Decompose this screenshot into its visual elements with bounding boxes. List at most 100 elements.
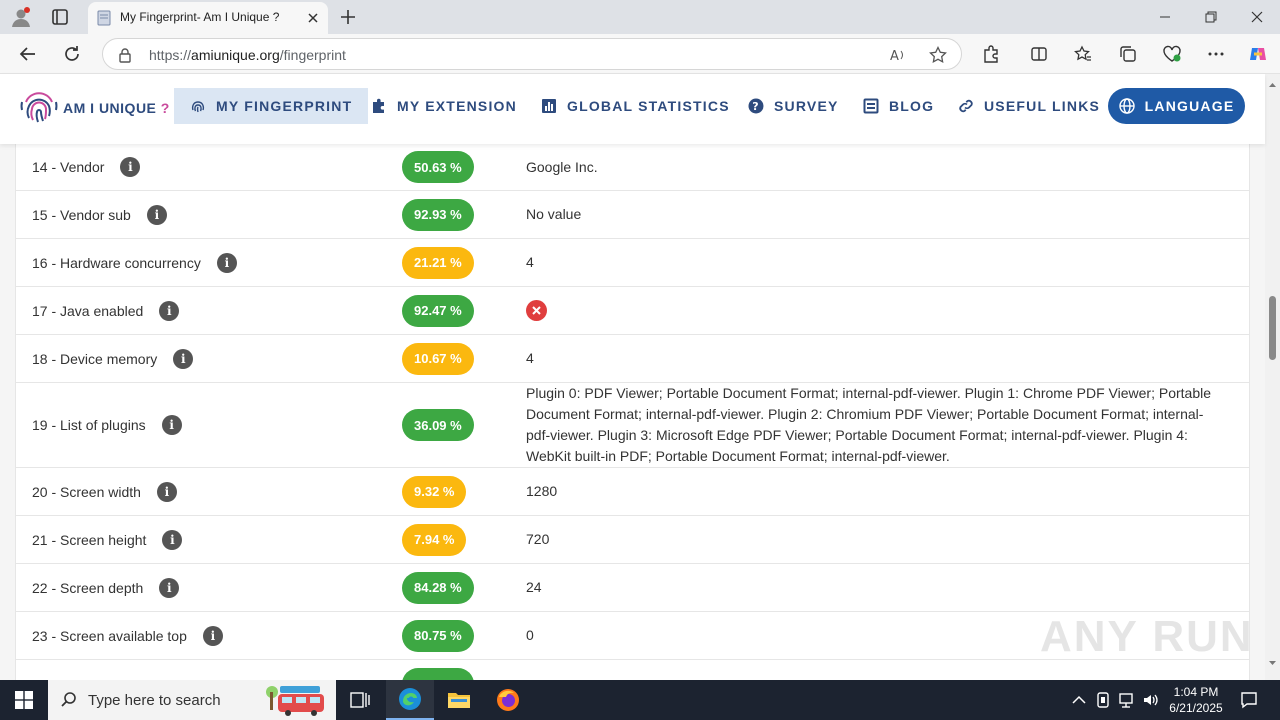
nav-blog[interactable]: BLOG: [863, 88, 934, 124]
more-options-button[interactable]: [1204, 42, 1228, 66]
info-icon[interactable]: i: [162, 529, 183, 550]
table-row: 15 - Vendor sub i 92.93 % No value: [16, 191, 1249, 239]
info-icon[interactable]: i: [216, 252, 237, 273]
firefox-icon: [497, 689, 519, 711]
scroll-down-icon[interactable]: [1265, 658, 1280, 668]
false-icon: [526, 300, 547, 321]
similarity-badge: 9.32 %: [402, 475, 467, 508]
nav-useful-links[interactable]: USEFUL LINKS: [958, 88, 1100, 124]
split-screen-icon: [1031, 47, 1047, 61]
start-button[interactable]: [0, 680, 48, 720]
favorite-star-icon[interactable]: [929, 46, 947, 64]
notification-icon[interactable]: [1240, 691, 1258, 709]
clock-time: 1:04 PM: [1173, 685, 1219, 699]
info-icon[interactable]: i: [159, 577, 180, 598]
language-button[interactable]: LANGUAGE: [1108, 88, 1245, 124]
site-header: AM I UNIQUE ? MY FINGERPRINT MY EXTENSIO…: [0, 74, 1265, 144]
taskbar-clock[interactable]: 1:04 PM 6/21/2025: [1164, 684, 1228, 716]
attribute-name: 20 - Screen width i: [32, 481, 177, 502]
scroll-up-icon[interactable]: [1265, 80, 1280, 90]
windows-taskbar: Type here to search 1:04 PM 6/21/2025: [0, 680, 1280, 720]
device-icon[interactable]: [1094, 691, 1112, 709]
similarity-badge: 36.09 %: [402, 409, 474, 441]
site-logo-text[interactable]: AM I UNIQUE ?: [63, 100, 170, 116]
new-tab-icon[interactable]: [338, 7, 358, 27]
lock-icon[interactable]: [117, 47, 133, 63]
extensions-button[interactable]: [979, 42, 1003, 66]
table-row: 22 - Screen depth i 84.28 % 24: [16, 564, 1249, 612]
table-row: 18 - Device memory i 10.67 % 4: [16, 335, 1249, 383]
task-view-button[interactable]: [336, 680, 384, 720]
chevron-up-icon[interactable]: [1070, 691, 1088, 709]
logo-text: AM I UNIQUE: [63, 100, 157, 116]
info-icon[interactable]: i: [146, 204, 167, 225]
taskbar-file-explorer[interactable]: [435, 680, 483, 720]
blog-icon: [863, 98, 879, 114]
attribute-value: [526, 300, 1225, 321]
table-row-partial: [16, 660, 1249, 680]
browser-tab-active[interactable]: My Fingerprint- Am I Unique ?: [88, 2, 328, 34]
back-button[interactable]: [16, 42, 40, 66]
favorites-button[interactable]: [1071, 42, 1095, 66]
info-icon[interactable]: i: [159, 300, 180, 321]
split-screen-button[interactable]: [1027, 42, 1051, 66]
address-bar[interactable]: https://amiunique.org/fingerprint A: [102, 38, 962, 70]
fingerprint-logo-icon[interactable]: [20, 88, 58, 128]
refresh-button[interactable]: [60, 42, 84, 66]
edge-icon: [399, 688, 421, 710]
attribute-label: 20 - Screen width: [32, 483, 141, 500]
copilot-icon: [1250, 48, 1266, 60]
table-row: 20 - Screen width i 9.32 % 1280: [16, 468, 1249, 516]
taskbar-search-box[interactable]: Type here to search: [48, 680, 336, 720]
info-icon[interactable]: i: [173, 348, 194, 369]
similarity-badge: 10.67 %: [402, 342, 474, 375]
info-icon[interactable]: i: [202, 625, 223, 646]
nav-label: BLOG: [889, 98, 935, 114]
taskbar-edge[interactable]: [386, 680, 434, 720]
site-favicon-icon: [97, 10, 111, 26]
language-label: LANGUAGE: [1144, 98, 1235, 114]
close-window-button[interactable]: [1234, 0, 1280, 34]
nav-my-extension[interactable]: MY EXTENSION: [371, 88, 517, 124]
page-scrollbar[interactable]: [1265, 74, 1280, 680]
browser-toolbar: https://amiunique.org/fingerprint A: [0, 34, 1280, 74]
tab-title: My Fingerprint- Am I Unique ?: [120, 10, 280, 24]
network-icon[interactable]: [1118, 691, 1136, 709]
scrollbar-thumb[interactable]: [1269, 296, 1276, 360]
attribute-value: 4: [526, 350, 534, 366]
arrow-left-icon: [19, 47, 35, 61]
attribute-name: 23 - Screen available top i: [32, 625, 223, 646]
attribute-value: No value: [526, 206, 582, 222]
tab-actions-icon[interactable]: [50, 7, 70, 27]
browser-essentials-button[interactable]: [1160, 42, 1184, 66]
copilot-button[interactable]: [1246, 42, 1270, 66]
question-icon: ?: [748, 98, 764, 114]
attribute-value: 24: [526, 579, 542, 595]
collections-button[interactable]: [1116, 42, 1140, 66]
attribute-label: 16 - Hardware concurrency: [32, 254, 201, 271]
refresh-icon: [65, 46, 79, 61]
fingerprint-icon: [191, 101, 205, 113]
close-tab-icon[interactable]: [306, 11, 320, 25]
taskbar-firefox[interactable]: [484, 680, 532, 720]
attribute-label: 15 - Vendor sub: [32, 206, 131, 223]
url-domain: amiunique.org: [191, 47, 280, 63]
url-prefix: https://: [149, 47, 192, 63]
info-icon[interactable]: i: [161, 415, 182, 435]
info-icon[interactable]: i: [156, 481, 177, 502]
attribute-label: 22 - Screen depth: [32, 579, 144, 596]
nav-global-statistics[interactable]: GLOBAL STATISTICS: [541, 88, 730, 124]
read-aloud-icon[interactable]: A: [889, 46, 907, 64]
url-text[interactable]: https://amiunique.org/fingerprint: [149, 47, 346, 63]
nav-label: MY EXTENSION: [397, 98, 517, 114]
volume-icon[interactable]: [1142, 691, 1160, 709]
nav-survey[interactable]: ? SURVEY: [748, 88, 839, 124]
nav-label: MY FINGERPRINT: [216, 98, 353, 114]
profile-avatar-icon[interactable]: [10, 6, 32, 28]
minimize-button[interactable]: [1142, 0, 1188, 34]
nav-my-fingerprint[interactable]: MY FINGERPRINT: [174, 88, 369, 124]
similarity-badge: 84.28 %: [402, 571, 474, 604]
attribute-name: 19 - List of plugins i: [32, 415, 182, 435]
restore-button[interactable]: [1188, 0, 1234, 34]
info-icon[interactable]: i: [120, 157, 141, 177]
